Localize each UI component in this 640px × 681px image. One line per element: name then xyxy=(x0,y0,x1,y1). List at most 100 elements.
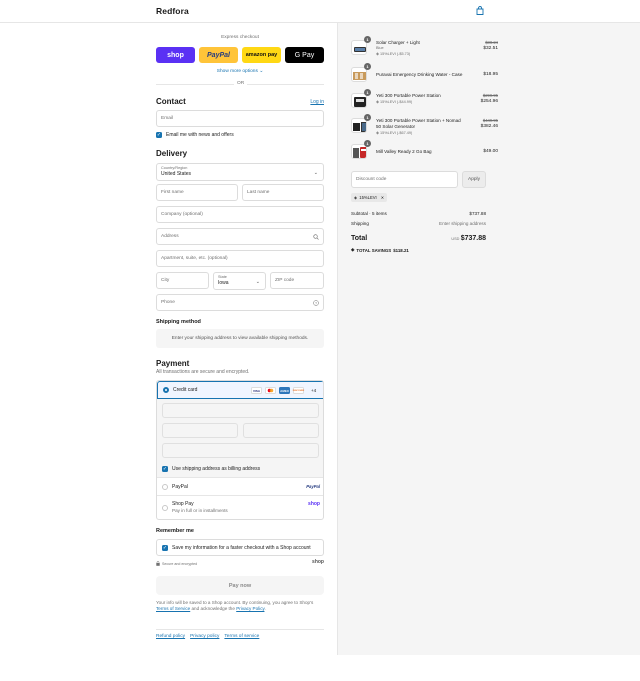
quantity-badge: 1 xyxy=(364,36,371,43)
item-price: $382.46 xyxy=(480,124,498,129)
paypal-label: PayPal xyxy=(172,484,188,490)
tag-icon: ◈ xyxy=(376,52,379,56)
original-price: $449.95 xyxy=(482,118,498,123)
terms-of-service-link[interactable]: Terms of service xyxy=(224,634,259,639)
secure-note-text: Secure and encrypted xyxy=(162,561,198,566)
shipping-value: Enter shipping address xyxy=(439,221,486,226)
state-label: State xyxy=(218,275,227,279)
product-discount: ◈ 15%LEVI (-$44.99) xyxy=(376,99,412,104)
line-item: 1 Mill Valley Ready 2 Go Bag $49.00 xyxy=(351,140,498,161)
applied-code: 15%LEVI xyxy=(359,195,377,200)
brand-logo[interactable]: Redfora xyxy=(156,6,189,16)
shipping-row: Shipping Enter shipping address xyxy=(351,221,486,226)
chevron-down-icon: ⌄ xyxy=(313,170,318,176)
lock-icon xyxy=(156,561,160,566)
close-icon[interactable]: ✕ xyxy=(381,195,385,200)
total-value: $737.88 xyxy=(460,235,486,242)
google-pay-button[interactable]: G Pay xyxy=(285,47,324,63)
email-field[interactable]: Email xyxy=(156,110,324,127)
expiration-field[interactable] xyxy=(162,423,238,438)
tag-icon: ◈ xyxy=(351,247,355,252)
first-name-placeholder: First name xyxy=(161,190,184,195)
terms-link[interactable]: Terms of Service xyxy=(156,606,190,611)
product-discount-text: 15%LEVI (-$44.99) xyxy=(379,100,413,104)
paypal-radio[interactable] xyxy=(162,484,168,490)
quantity-badge: 1 xyxy=(364,89,371,96)
more-cards-count: +4 xyxy=(311,388,317,393)
product-title: Puravai Emergency Drinking Water - Case xyxy=(376,72,463,77)
total-row: Total USD $737.88 xyxy=(351,235,486,242)
or-separator: OR xyxy=(234,81,248,86)
amex-icon: AMEX xyxy=(279,387,290,394)
shop-pay-option[interactable]: Shop Pay Pay in full or in installments … xyxy=(157,495,323,519)
header: Redfora xyxy=(0,0,640,23)
show-more-label: Show more options xyxy=(216,69,258,74)
line-item: 1 Puravai Emergency Drinking Water - Cas… xyxy=(351,63,498,84)
pay-now-button[interactable]: Pay now xyxy=(156,576,324,595)
billing-address-label: Use shipping address as billing address xyxy=(172,466,261,472)
city-field[interactable]: City xyxy=(156,272,209,289)
secure-note: Secure and encrypted xyxy=(156,561,197,566)
remember-me-checkbox[interactable]: ✓ xyxy=(162,545,168,551)
apartment-field[interactable]: Apartment, suite, etc. (optional) xyxy=(156,250,324,267)
total-label: Total xyxy=(351,235,368,242)
address-field[interactable]: Address xyxy=(156,228,324,245)
payment-subtitle: All transactions are secure and encrypte… xyxy=(156,369,250,375)
login-link[interactable]: Log in xyxy=(310,99,324,105)
item-price: $32.51 xyxy=(483,46,498,51)
card-fields: ✓ Use shipping address as billing addres… xyxy=(157,399,323,477)
paypal-option[interactable]: PayPal PayPal xyxy=(157,477,323,495)
card-number-field[interactable] xyxy=(162,403,319,418)
shop-pay-button[interactable]: shop xyxy=(156,47,195,63)
phone-placeholder: Phone xyxy=(161,300,175,305)
contact-heading: Contact xyxy=(156,97,186,106)
paypal-button[interactable]: PayPal xyxy=(199,47,238,63)
privacy-policy-link[interactable]: Privacy policy xyxy=(190,634,219,639)
footer-divider xyxy=(156,629,324,630)
credit-card-radio[interactable] xyxy=(163,387,169,393)
credit-card-option[interactable]: Credit card VISA AMEX DISCOVER +4 xyxy=(157,381,323,399)
original-price: $38.24 xyxy=(485,40,498,45)
show-more-options-link[interactable]: Show more options ⌄ xyxy=(156,69,324,74)
last-name-placeholder: Last name xyxy=(247,190,270,195)
product-title: Mill Valley Ready 2 Go Bag xyxy=(376,149,432,154)
mastercard-icon xyxy=(265,387,276,394)
order-summary: 1 Solar Charger + Light Blue ◈ 15%LEVI (… xyxy=(337,23,640,655)
item-price: $18.95 xyxy=(483,72,498,77)
zip-field[interactable]: ZIP code xyxy=(270,272,324,289)
refund-policy-link[interactable]: Refund policy xyxy=(156,634,185,639)
shop-logo: shop xyxy=(312,559,324,565)
state-select[interactable]: State Iowa ⌄ xyxy=(213,272,266,290)
billing-address-checkbox[interactable]: ✓ xyxy=(162,466,168,472)
name-on-card-field[interactable] xyxy=(162,443,319,458)
privacy-link[interactable]: Privacy Policy xyxy=(236,606,264,611)
bag-icon[interactable] xyxy=(476,6,484,15)
city-placeholder: City xyxy=(161,278,170,283)
company-field[interactable]: Company (optional) xyxy=(156,206,324,223)
product-title: Yeti 300 Portable Power Station + Nomad … xyxy=(376,118,461,129)
shipping-method-message: Enter your shipping address to view avai… xyxy=(156,329,324,348)
email-placeholder: Email xyxy=(161,116,173,121)
remember-me-label: Save my information for a faster checkou… xyxy=(172,545,311,551)
news-checkbox[interactable]: ✓ xyxy=(156,132,162,138)
quantity-badge: 1 xyxy=(364,140,371,147)
phone-field[interactable]: Phone ? xyxy=(156,294,324,311)
first-name-field[interactable]: First name xyxy=(156,184,238,201)
shop-pay-radio[interactable] xyxy=(162,505,168,511)
discount-code-placeholder: Discount code xyxy=(356,177,387,182)
news-checkbox-label: Email me with news and offers xyxy=(166,132,234,138)
product-discount: ◈ 15%LEVI (-$67.49) xyxy=(376,130,412,135)
original-price: $299.95 xyxy=(482,93,498,98)
discount-code-field[interactable]: Discount code xyxy=(351,171,458,188)
security-code-field[interactable] xyxy=(243,423,319,438)
help-icon[interactable]: ? xyxy=(313,300,319,306)
tag-icon: ◈ xyxy=(376,131,379,135)
amazon-pay-button[interactable]: amazon pay xyxy=(242,47,281,63)
country-select[interactable]: Country/Region United States ⌄ xyxy=(156,163,324,181)
product-title: Solar Charger + Light xyxy=(376,40,420,45)
chevron-down-icon: ⌄ xyxy=(259,69,264,74)
apply-discount-button[interactable]: Apply xyxy=(462,171,486,188)
subtotal-value: $737.88 xyxy=(469,211,486,216)
last-name-field[interactable]: Last name xyxy=(242,184,324,201)
address-placeholder: Address xyxy=(161,234,179,239)
